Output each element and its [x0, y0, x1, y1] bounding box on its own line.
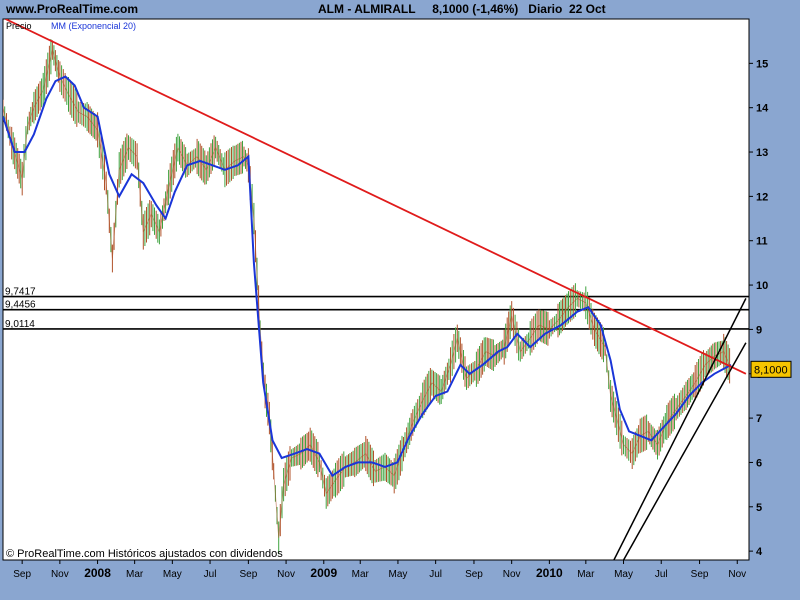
y-tick-label: 11: [756, 236, 768, 248]
x-tick-label: 2010: [536, 566, 563, 580]
x-tick-label: Jul: [655, 569, 668, 580]
y-tick-label: 5: [756, 502, 762, 514]
x-tick-label: May: [388, 569, 407, 580]
x-tick-label: Mar: [577, 569, 595, 580]
x-tick-label: Jul: [204, 569, 217, 580]
copyright: © ProRealTime.com Históricos ajustados c…: [6, 548, 283, 560]
y-tick-label: 7: [756, 413, 762, 425]
price-chart[interactable]: 9,74179,44569,0114 456789101112131415 Se…: [0, 0, 800, 600]
y-tick-label: 12: [756, 191, 768, 203]
x-tick-label: Nov: [51, 569, 69, 580]
x-tick-label: Sep: [239, 569, 257, 580]
y-tick-label: 6: [756, 457, 762, 469]
chart-window: www.ProRealTime.com ALM - ALMIRALL 8,100…: [0, 0, 800, 600]
y-tick-label: 4: [756, 546, 763, 558]
x-tick-label: Nov: [277, 569, 295, 580]
x-tick-label: Sep: [465, 569, 483, 580]
x-tick-label: Sep: [691, 569, 709, 580]
x-tick-label: May: [163, 569, 182, 580]
legend-price: Precio: [6, 21, 32, 31]
x-tick-label: Nov: [728, 569, 746, 580]
y-tick-label: 15: [756, 58, 768, 70]
x-tick-label: 2009: [310, 566, 337, 580]
x-tick-label: May: [614, 569, 633, 580]
y-tick-label: 10: [756, 280, 768, 292]
x-tick-label: Jul: [429, 569, 442, 580]
x-tick-label: Mar: [126, 569, 144, 580]
plot-area: [2, 18, 750, 561]
x-tick-label: Mar: [352, 569, 370, 580]
x-tick-label: Sep: [13, 569, 31, 580]
x-tick-label: 2008: [84, 566, 111, 580]
y-tick-label: 13: [756, 147, 768, 159]
y-tick-label: 9: [756, 324, 762, 336]
x-tick-label: Nov: [503, 569, 521, 580]
level-label: 9,4456: [5, 300, 36, 311]
last-price-label: 8,1000: [754, 364, 788, 376]
level-label: 9,0114: [5, 319, 35, 330]
level-label: 9,7417: [5, 287, 36, 298]
y-tick-label: 14: [756, 103, 769, 115]
legend-moving-average: MM (Exponencial 20): [51, 21, 136, 31]
